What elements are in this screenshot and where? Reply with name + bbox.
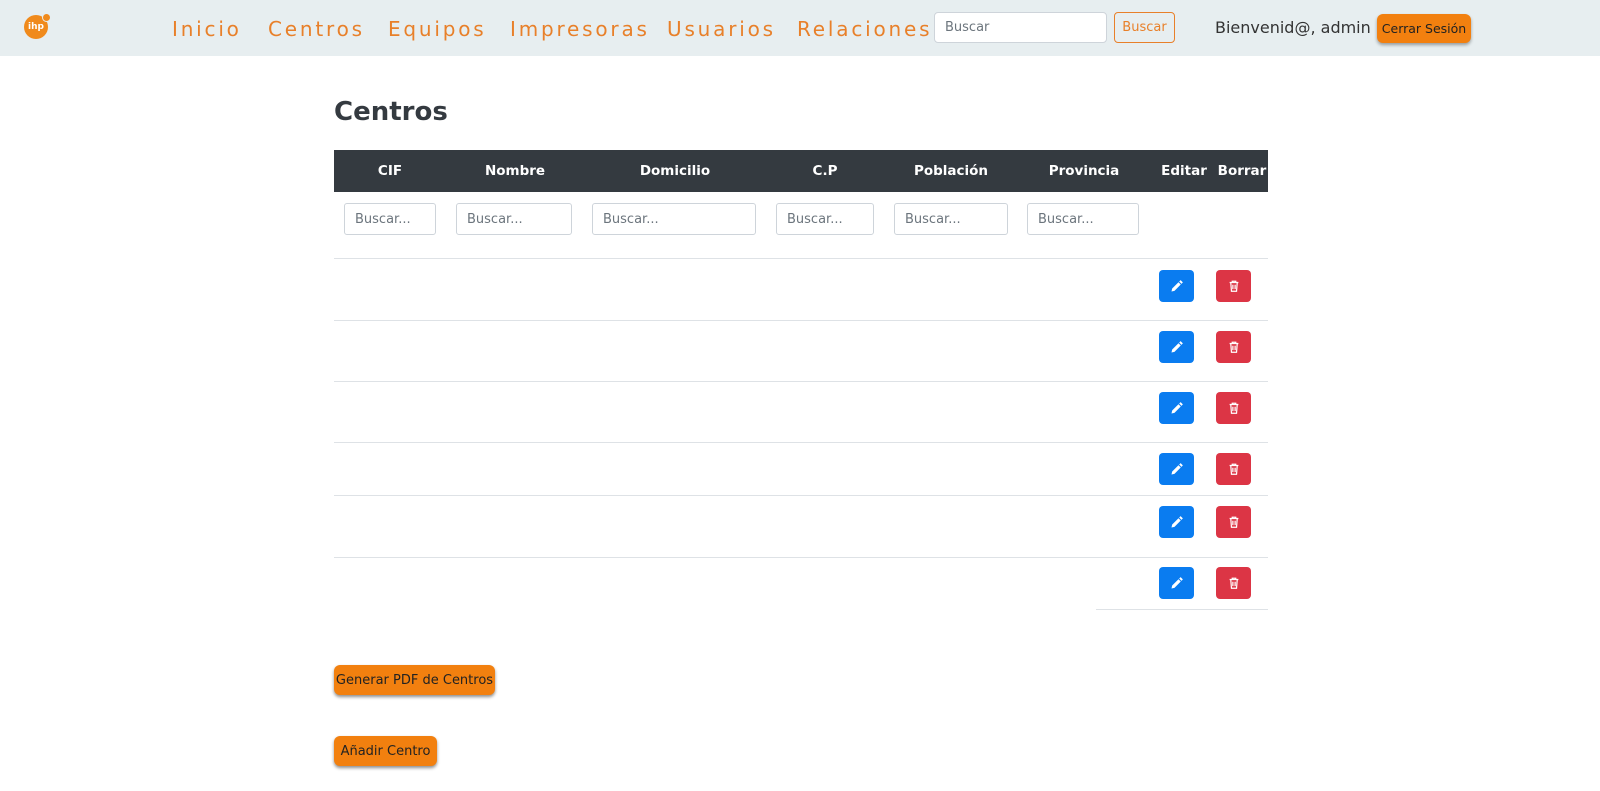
- row-divider: [334, 381, 1268, 382]
- pencil-icon: [1170, 402, 1183, 414]
- nav-link-centros[interactable]: Centros: [268, 16, 365, 42]
- nav-link-usuarios[interactable]: Usuarios: [667, 16, 776, 42]
- edit-button[interactable]: [1159, 453, 1194, 485]
- delete-button[interactable]: [1216, 331, 1251, 363]
- nav-link-impresoras[interactable]: Impresoras: [510, 16, 650, 42]
- table-header: CIF Nombre Domicilio C.P Población Provi…: [334, 150, 1268, 192]
- search-input[interactable]: [934, 12, 1107, 43]
- logout-button[interactable]: Cerrar Sesión: [1377, 14, 1471, 43]
- filter-domicilio-input[interactable]: [592, 203, 756, 235]
- row-divider: [334, 557, 1268, 558]
- trash-icon: [1229, 280, 1238, 292]
- column-header-poblacion: Población: [913, 163, 989, 179]
- trash-icon: [1229, 402, 1238, 414]
- filter-cp-input[interactable]: [776, 203, 874, 235]
- column-header-provincia: Provincia: [1048, 163, 1120, 179]
- search-button[interactable]: Buscar: [1114, 12, 1175, 43]
- row-divider: [334, 320, 1268, 321]
- edit-button[interactable]: [1159, 567, 1194, 599]
- column-header-cp: C.P: [812, 163, 838, 179]
- edit-button[interactable]: [1159, 331, 1194, 363]
- filter-cif-input[interactable]: [344, 203, 436, 235]
- row-divider: [334, 258, 1268, 259]
- welcome-text: Bienvenid@, admin: [1215, 18, 1371, 37]
- edit-button[interactable]: [1159, 392, 1194, 424]
- column-header-editar: Editar: [1161, 163, 1207, 179]
- filter-nombre-input[interactable]: [456, 203, 572, 235]
- edit-button[interactable]: [1159, 506, 1194, 538]
- edit-button[interactable]: [1159, 270, 1194, 302]
- nav-link-inicio[interactable]: Inicio: [172, 16, 242, 42]
- navbar: ihp Inicio Centros Equipos Impresoras Us…: [0, 0, 1600, 56]
- column-header-nombre: Nombre: [484, 163, 546, 179]
- trash-icon: [1229, 577, 1238, 589]
- filter-provincia-input[interactable]: [1027, 203, 1139, 235]
- page-title: Centros: [334, 97, 448, 127]
- nav-link-equipos[interactable]: Equipos: [388, 16, 487, 42]
- generate-pdf-button[interactable]: Generar PDF de Centros: [334, 665, 495, 695]
- row-divider: [1096, 609, 1268, 610]
- row-divider: [334, 442, 1268, 443]
- column-header-borrar: Borrar: [1217, 163, 1267, 179]
- trash-icon: [1229, 341, 1238, 353]
- pencil-icon: [1170, 516, 1183, 528]
- delete-button[interactable]: [1216, 506, 1251, 538]
- delete-button[interactable]: [1216, 567, 1251, 599]
- trash-icon: [1229, 516, 1238, 528]
- delete-button[interactable]: [1216, 392, 1251, 424]
- delete-button[interactable]: [1216, 270, 1251, 302]
- row-divider: [334, 495, 1268, 496]
- logo[interactable]: ihp: [24, 13, 51, 39]
- pencil-icon: [1170, 463, 1183, 475]
- delete-button[interactable]: [1216, 453, 1251, 485]
- add-centro-button[interactable]: Añadir Centro: [334, 736, 437, 766]
- pencil-icon: [1170, 341, 1183, 353]
- filter-poblacion-input[interactable]: [894, 203, 1008, 235]
- column-header-domicilio: Domicilio: [639, 163, 711, 179]
- trash-icon: [1229, 463, 1238, 475]
- pencil-icon: [1170, 280, 1183, 292]
- pencil-icon: [1170, 577, 1183, 589]
- nav-link-relaciones[interactable]: Relaciones: [797, 16, 932, 42]
- column-header-cif: CIF: [377, 163, 403, 179]
